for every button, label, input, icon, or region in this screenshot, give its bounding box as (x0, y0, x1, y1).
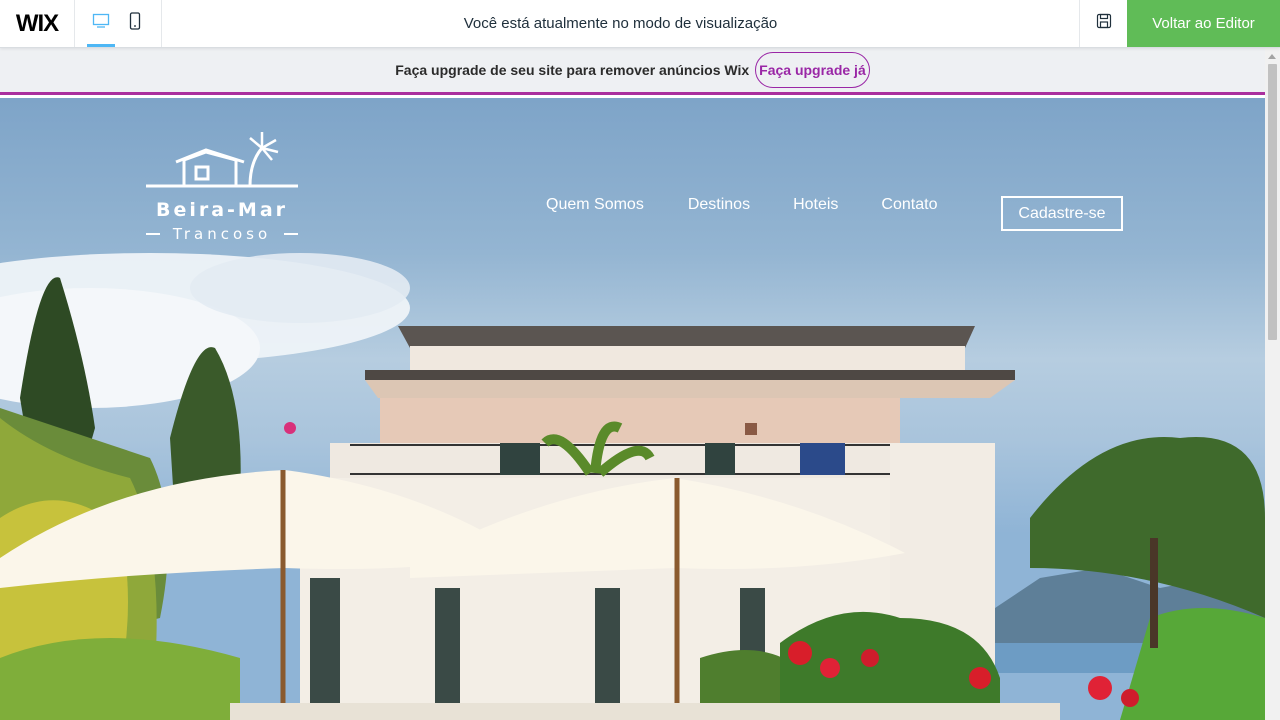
desktop-icon (92, 13, 110, 34)
site-brand-name: Beira-Mar (155, 199, 289, 221)
device-toggle (75, 0, 162, 47)
wix-logo[interactable]: WIX (0, 0, 75, 47)
save-icon (1096, 13, 1112, 34)
nav-item-destinos[interactable]: Destinos (688, 196, 750, 214)
hero-section: Beira-Mar Trancoso Quem Somos Destinos H… (0, 98, 1265, 720)
desktop-view-button[interactable] (87, 0, 115, 47)
back-to-editor-button[interactable]: Voltar ao Editor (1127, 0, 1280, 47)
mobile-view-button[interactable] (123, 0, 147, 47)
upgrade-banner: Faça upgrade de seu site para remover an… (0, 48, 1265, 95)
site-logo[interactable]: Beira-Mar Trancoso (146, 130, 298, 243)
page-scrollbar[interactable] (1265, 48, 1280, 720)
preview-mode-message: Você está atualmente no modo de visualiz… (463, 15, 778, 32)
mobile-icon (129, 12, 141, 35)
left-dash (146, 233, 160, 235)
upgrade-now-button[interactable]: Faça upgrade já (755, 52, 870, 88)
preview-topbar: WIX Você está atualmente no modo de visu… (0, 0, 1280, 48)
scrollbar-thumb[interactable] (1268, 64, 1277, 340)
site-brand-subtitle-row: Trancoso (146, 225, 298, 243)
nav-item-quem-somos[interactable]: Quem Somos (546, 196, 644, 214)
site-nav: Quem Somos Destinos Hoteis Contato (546, 196, 937, 214)
beach-house-palm-icon (146, 132, 298, 194)
scroll-up-arrow-icon[interactable] (1268, 54, 1276, 59)
upgrade-message: Faça upgrade de seu site para remover an… (395, 62, 750, 78)
nav-item-contato[interactable]: Contato (881, 196, 937, 214)
save-button[interactable] (1079, 0, 1127, 47)
site-brand-subtitle: Trancoso (172, 225, 272, 243)
signup-button[interactable]: Cadastre-se (1001, 196, 1123, 231)
right-dash (284, 233, 298, 235)
nav-item-hoteis[interactable]: Hoteis (793, 196, 838, 214)
